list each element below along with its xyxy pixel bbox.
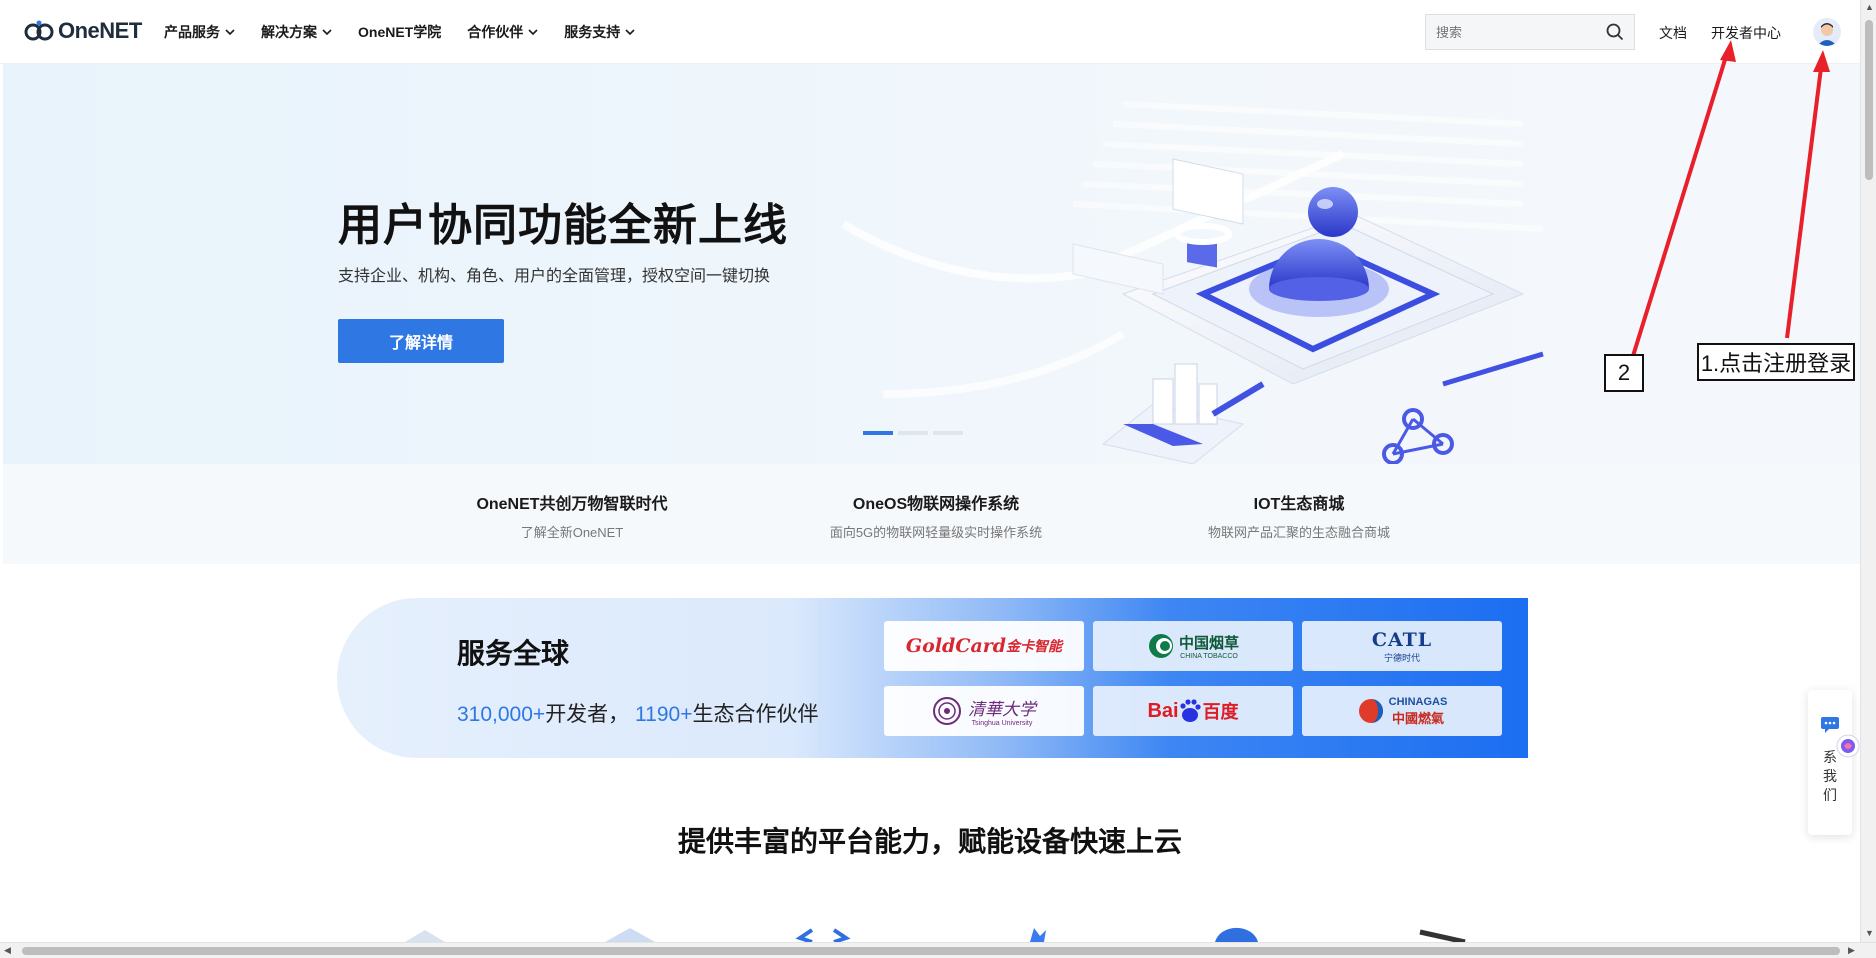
page: OneNET 产品服务 解决方案 OneNET学院 合作伙伴 服务支持 搜索 文… xyxy=(0,0,1876,958)
baidu-logo-text: Bai xyxy=(1147,699,1179,722)
developer-center-link[interactable]: 开发者中心 xyxy=(1711,23,1781,43)
china-tobacco-emblem-icon xyxy=(1148,634,1173,658)
nav-label: 解决方案 xyxy=(261,24,317,40)
section-title: 提供丰富的平台能力，赋能设备快速上云 xyxy=(677,826,1182,857)
capability-icon xyxy=(405,930,445,942)
china-gas-logo-text: CHINAGAS xyxy=(1388,695,1448,708)
partner-logo-baidu: Bai du 百度 xyxy=(1093,686,1293,736)
baidu-paw-icon xyxy=(1179,699,1201,722)
hero-subtitle: 支持企业、机构、角色、用户的全面管理，授权空间一键切换 xyxy=(338,268,771,285)
service-title: 服务全球 xyxy=(457,638,570,669)
chevron-down-icon xyxy=(322,29,332,36)
service-stats: 310,000+开发者， 1190+生态合作伙伴 xyxy=(457,698,818,728)
capability-icon xyxy=(1215,927,1258,942)
vertical-scroll-thumb[interactable] xyxy=(1865,20,1873,180)
chevron-down-icon xyxy=(625,29,635,36)
hero-banner: 用户协同功能全新上线 支持企业、机构、角色、用户的全面管理，授权空间一键切换 了… xyxy=(3,64,1860,464)
scroll-left-arrow-icon[interactable]: ◀ xyxy=(4,945,11,956)
nav-label: 产品服务 xyxy=(164,24,220,40)
learn-more-button[interactable]: 了解详情 xyxy=(338,319,504,363)
chevron-down-icon xyxy=(225,29,235,36)
capability-icon xyxy=(605,928,655,942)
contact-us-widget[interactable]: 系我们 xyxy=(1808,690,1860,835)
feature-card[interactable]: OneOS物联网操作系统 面向5G的物联网轻量级实时操作系统 xyxy=(786,490,1086,541)
hero-illustration xyxy=(840,101,1544,464)
carousel-indicators xyxy=(863,431,968,435)
tsinghua-seal-icon xyxy=(933,697,961,725)
global-service-banner: 服务全球 310,000+开发者， 1190+生态合作伙伴 GoldCard 金卡… xyxy=(337,598,1528,758)
code-brackets-icon xyxy=(795,928,851,942)
chat-icon xyxy=(1821,717,1839,733)
partner-logo-goldcard: GoldCard 金卡智能 xyxy=(884,621,1084,671)
scroll-up-arrow-icon[interactable]: ▲ xyxy=(1865,2,1874,12)
carousel-dot[interactable] xyxy=(863,431,893,435)
docs-link[interactable]: 文档 xyxy=(1659,23,1687,43)
capability-icon xyxy=(1419,929,1466,942)
carousel-dot[interactable] xyxy=(933,431,963,435)
capability-icons-row xyxy=(405,927,1466,942)
partner-logo-tsinghua: 清華大学 Tsinghua University xyxy=(884,686,1084,736)
annotation-label-1: 1.点击注册登录 xyxy=(1697,343,1855,381)
nav-item-academy[interactable]: OneNET学院 xyxy=(358,22,441,42)
feature-desc: 面向5G的物联网轻量级实时操作系统 xyxy=(829,525,1043,540)
onenet-logo-icon xyxy=(24,20,54,41)
partners-label: 生态合作伙伴 xyxy=(692,703,819,726)
catl-logo-text: CATL xyxy=(1371,628,1433,651)
feature-desc: 物联网产品汇聚的生态融合商城 xyxy=(1207,525,1390,540)
developers-count: 310,000+ xyxy=(457,703,546,726)
top-navbar: OneNET 产品服务 解决方案 OneNET学院 合作伙伴 服务支持 搜索 文… xyxy=(0,0,1860,64)
nav-item-products[interactable]: 产品服务 xyxy=(164,22,235,42)
annotation-label-2: 2 xyxy=(1604,354,1644,392)
catl-logo-sub: 宁德时代 xyxy=(1383,652,1420,663)
vertical-scrollbar[interactable]: ▲ ▼ xyxy=(1860,0,1876,942)
partner-logo-china-tobacco: 中国烟草 CHINA TOBACCO xyxy=(1093,621,1293,671)
nav-item-support[interactable]: 服务支持 xyxy=(564,22,635,42)
feature-title: OneOS物联网操作系统 xyxy=(852,496,1020,513)
capability-icon xyxy=(1030,928,1046,942)
hero-title: 用户协同功能全新上线 xyxy=(338,201,788,250)
nav-item-solutions[interactable]: 解决方案 xyxy=(261,22,332,42)
developers-label: 开发者， xyxy=(545,703,630,726)
chevron-down-icon xyxy=(528,29,538,36)
ai-assistant-icon[interactable] xyxy=(1836,734,1860,758)
logo-text: OneNET xyxy=(58,18,142,43)
onenet-logo[interactable]: OneNET xyxy=(24,18,142,44)
main-nav: 产品服务 解决方案 OneNET学院 合作伙伴 服务支持 xyxy=(164,0,661,64)
feature-card[interactable]: OneNET共创万物智联时代 了解全新OneNET xyxy=(422,490,722,541)
partners-count: 1190+ xyxy=(635,703,693,726)
nav-label: OneNET学院 xyxy=(358,24,442,40)
tsinghua-logo-sub: Tsinghua University xyxy=(971,720,1033,727)
horizontal-scroll-thumb[interactable] xyxy=(22,947,1840,955)
feature-strip: OneNET共创万物智联时代 了解全新OneNET OneOS物联网操作系统 面… xyxy=(3,464,1860,564)
china-tobacco-logo-text: 中国烟草 xyxy=(1178,635,1239,652)
feature-title: IOT生态商城 xyxy=(1253,496,1345,513)
avatar[interactable] xyxy=(1813,18,1841,46)
china-gas-emblem-icon xyxy=(1358,699,1383,723)
china-tobacco-logo-sub: CHINA TOBACCO xyxy=(1180,653,1238,660)
china-gas-logo-sub: 中國燃氣 xyxy=(1391,710,1444,726)
search-box xyxy=(1425,14,1635,50)
user-avatar-icon xyxy=(1813,18,1841,46)
feature-desc: 了解全新OneNET xyxy=(520,525,624,540)
nav-label: 服务支持 xyxy=(564,24,621,40)
search-input[interactable] xyxy=(1426,24,1596,40)
baidu-logo-cn: 百度 xyxy=(1202,702,1239,722)
goldcard-logo-text: GoldCard xyxy=(905,635,1007,657)
nav-item-partners[interactable]: 合作伙伴 xyxy=(467,22,538,42)
nav-label: 合作伙伴 xyxy=(467,24,524,40)
carousel-dot[interactable] xyxy=(898,431,928,435)
scroll-down-arrow-icon[interactable]: ▼ xyxy=(1865,928,1874,938)
feature-card[interactable]: IOT生态商城 物联网产品汇聚的生态融合商城 xyxy=(1149,490,1449,541)
feature-title: OneNET共创万物智联时代 xyxy=(476,496,668,513)
goldcard-logo-cn: 金卡智能 xyxy=(1006,638,1063,654)
scroll-right-arrow-icon[interactable]: ▶ xyxy=(1848,945,1855,956)
tsinghua-logo-text: 清華大学 xyxy=(968,700,1036,720)
horizontal-scrollbar[interactable]: ◀ ▶ xyxy=(0,942,1876,958)
partner-logo-catl: CATL 宁德时代 xyxy=(1302,621,1502,671)
partner-logo-china-gas: CHINAGAS 中國燃氣 xyxy=(1302,686,1502,736)
search-icon[interactable] xyxy=(1606,23,1624,41)
